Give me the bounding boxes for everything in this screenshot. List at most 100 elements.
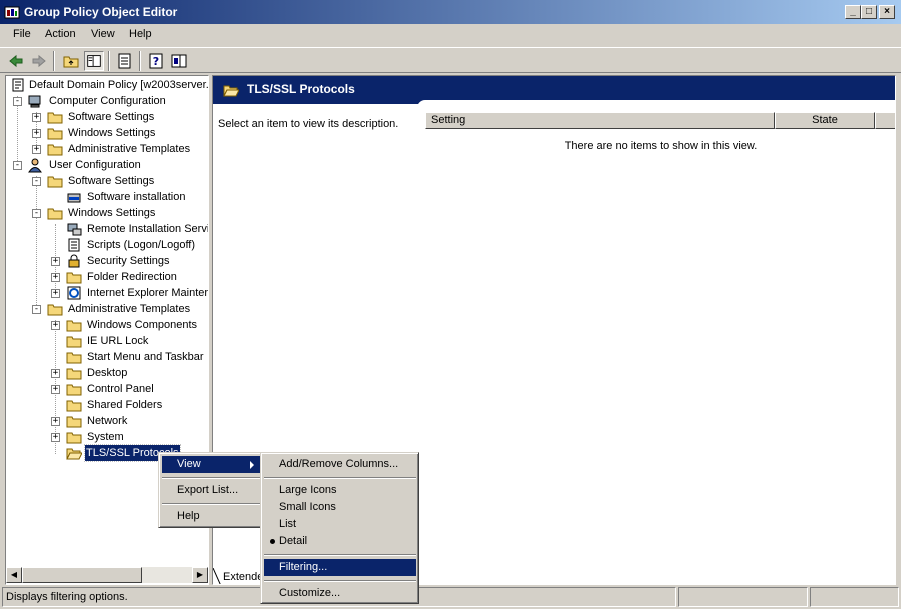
help-icon[interactable]: ? xyxy=(146,51,166,71)
menu-file[interactable]: File xyxy=(13,28,31,40)
status-bar: Displays filtering options. xyxy=(2,587,899,607)
expand-icon[interactable]: + xyxy=(51,417,60,426)
view-submenu: Add/Remove Columns... Large Icons Small … xyxy=(260,452,419,604)
context-menu-view[interactable]: View xyxy=(162,456,260,473)
tree-node-remote-installation[interactable]: Remote Installation Servi xyxy=(6,221,208,237)
up-folder-icon[interactable] xyxy=(61,51,81,71)
submenu-customize[interactable]: Customize... xyxy=(264,585,416,602)
open-folder-icon xyxy=(223,85,239,97)
tree-node-computer-configuration[interactable]: - Computer Configuration xyxy=(6,93,208,109)
tree-node-label: Default Domain Policy [w2003server. xyxy=(29,79,209,91)
tree-node-uc-software-settings[interactable]: - Software Settings xyxy=(6,173,208,189)
tree-node-security-settings[interactable]: + Security Settings xyxy=(6,253,208,269)
expand-icon[interactable]: + xyxy=(51,289,60,298)
menu-bar: File Action View Help xyxy=(0,25,901,46)
submenu-large-icons[interactable]: Large Icons xyxy=(264,482,416,499)
submenu-detail[interactable]: Detail xyxy=(264,533,416,550)
collapse-icon[interactable]: - xyxy=(32,209,41,218)
tree-node-start-menu-taskbar[interactable]: Start Menu and Taskbar xyxy=(6,349,208,365)
tree-node-cc-software-settings[interactable]: + Software Settings xyxy=(6,109,208,125)
tree-node-ie-url-lock[interactable]: IE URL Lock xyxy=(6,333,208,349)
forward-arrow-icon[interactable] xyxy=(29,51,49,71)
context-menu-export-list[interactable]: Export List... xyxy=(162,482,260,499)
tree-node-uc-administrative-templates[interactable]: - Administrative Templates xyxy=(6,301,208,317)
collapse-icon[interactable]: - xyxy=(13,97,22,106)
tree-node-network[interactable]: + Network xyxy=(6,413,208,429)
tree-node-root[interactable]: Default Domain Policy [w2003server. xyxy=(6,77,209,93)
tree-node-label: Software installation xyxy=(87,191,186,203)
submenu-add-remove-columns[interactable]: Add/Remove Columns... xyxy=(264,456,416,473)
tree-node-label: Internet Explorer Mainter xyxy=(87,287,209,299)
tree-node-uc-windows-settings[interactable]: - Windows Settings xyxy=(6,205,208,221)
gpo-app-icon xyxy=(4,6,20,19)
tree-node-desktop[interactable]: + Desktop xyxy=(6,365,208,381)
expand-icon[interactable]: + xyxy=(51,273,60,282)
submenu-small-icons[interactable]: Small Icons xyxy=(264,499,416,516)
close-button[interactable]: × xyxy=(879,5,895,19)
tab-extended-label: Extende xyxy=(223,571,264,583)
tree-node-label: Windows Components xyxy=(87,319,198,331)
expand-icon[interactable]: + xyxy=(51,321,60,330)
folder-icon xyxy=(66,368,82,380)
menu-separator xyxy=(264,554,416,556)
collapse-icon[interactable]: - xyxy=(32,305,41,314)
maximize-button[interactable]: □ xyxy=(861,5,877,19)
submenu-filtering[interactable]: Filtering... xyxy=(264,559,416,576)
menu-action[interactable]: Action xyxy=(45,28,76,40)
expand-icon[interactable]: + xyxy=(51,369,60,378)
folder-icon xyxy=(47,144,63,156)
tree-node-control-panel[interactable]: + Control Panel xyxy=(6,381,208,397)
tree-node-folder-redirection[interactable]: + Folder Redirection xyxy=(6,269,208,285)
tree-horizontal-scrollbar[interactable]: ◀ ▶ xyxy=(6,567,208,583)
collapse-icon[interactable]: - xyxy=(13,161,22,170)
tree-node-label: Start Menu and Taskbar xyxy=(87,351,204,363)
tree-node-label: Administrative Templates xyxy=(68,303,191,315)
menu-help[interactable]: Help xyxy=(129,28,152,40)
svg-text:?: ? xyxy=(153,55,159,68)
expand-icon[interactable]: + xyxy=(32,113,41,122)
scrollbar-thumb[interactable] xyxy=(22,567,142,583)
tree-node-software-installation[interactable]: Software installation xyxy=(6,189,208,205)
folder-icon xyxy=(66,320,82,332)
column-header-state[interactable]: State xyxy=(775,112,875,129)
title-bar[interactable]: Group Policy Object Editor _ □ × xyxy=(0,0,901,24)
tree-node-system[interactable]: + System xyxy=(6,429,208,445)
column-header-setting[interactable]: Setting xyxy=(425,112,775,129)
scroll-left-arrow-icon[interactable]: ◀ xyxy=(6,567,22,583)
status-panel xyxy=(810,587,899,607)
expand-icon[interactable]: + xyxy=(32,145,41,154)
folder-icon xyxy=(47,304,63,316)
folder-icon xyxy=(47,176,63,188)
tree-node-label: Windows Settings xyxy=(68,207,156,219)
tree-node-cc-administrative-templates[interactable]: + Administrative Templates xyxy=(6,141,208,157)
tree-node-windows-components[interactable]: + Windows Components xyxy=(6,317,208,333)
ie-maintenance-icon xyxy=(67,286,81,300)
menu-view[interactable]: View xyxy=(91,28,115,40)
tree-node-label: Software Settings xyxy=(68,111,155,123)
tree-node-ie-maintenance[interactable]: + Internet Explorer Mainter xyxy=(6,285,209,301)
submenu-list[interactable]: List xyxy=(264,516,416,533)
show-hide-tree-button[interactable] xyxy=(84,51,104,71)
collapse-icon[interactable]: - xyxy=(32,177,41,186)
toolbar-separator xyxy=(53,51,55,71)
tree-node-label: User Configuration xyxy=(49,159,141,171)
tree-node-user-configuration[interactable]: - User Configuration xyxy=(6,157,208,173)
tree-node-cc-windows-settings[interactable]: + Windows Settings xyxy=(6,125,208,141)
context-menu-help[interactable]: Help xyxy=(162,508,260,525)
expand-icon[interactable]: + xyxy=(51,385,60,394)
minimize-button[interactable]: _ xyxy=(845,5,861,19)
toolbar: ? xyxy=(0,47,901,73)
remote-installation-icon xyxy=(67,223,82,236)
scroll-right-arrow-icon[interactable]: ▶ xyxy=(192,567,208,583)
export-list-icon[interactable] xyxy=(115,51,135,71)
menu-separator xyxy=(264,580,416,582)
expand-icon[interactable]: + xyxy=(51,257,60,266)
expand-icon[interactable]: + xyxy=(32,129,41,138)
radio-bullet-icon xyxy=(270,539,275,544)
expand-icon[interactable]: + xyxy=(51,433,60,442)
show-hide-action-pane-icon[interactable] xyxy=(169,51,189,71)
tree-node-scripts[interactable]: Scripts (Logon/Logoff) xyxy=(6,237,208,253)
tree-node-shared-folders[interactable]: Shared Folders xyxy=(6,397,208,413)
menu-separator xyxy=(162,477,260,479)
back-arrow-icon[interactable] xyxy=(6,51,26,71)
